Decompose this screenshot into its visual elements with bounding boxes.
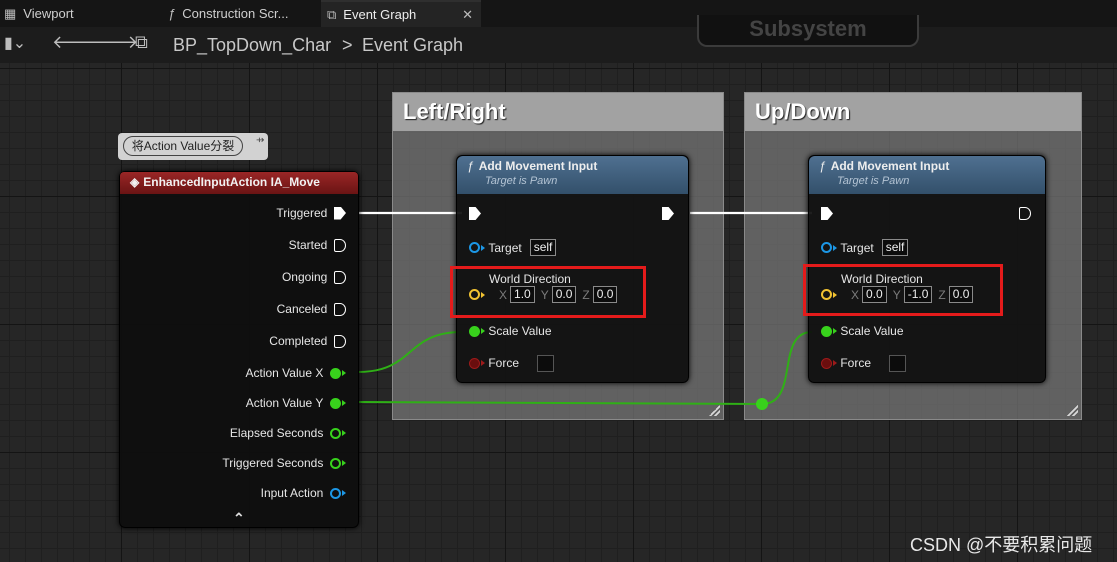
exec-out-pin[interactable]: [1019, 207, 1031, 220]
pin-canceled[interactable]: Canceled: [277, 302, 346, 316]
exec-pin-icon[interactable]: [334, 302, 346, 316]
bool-pin-icon[interactable]: [469, 357, 480, 369]
pin-force[interactable]: Force: [469, 355, 554, 372]
target-field[interactable]: self: [529, 239, 557, 256]
function-node-header: ƒ Add Movement Input Target is Pawn: [457, 156, 688, 194]
exec-pin-icon[interactable]: [469, 207, 481, 220]
event-diamond-icon: ◈: [130, 175, 140, 189]
pin-label: Completed: [269, 334, 328, 348]
pin-triggered[interactable]: Triggered: [276, 206, 346, 220]
pin-ongoing[interactable]: Ongoing: [282, 270, 346, 284]
watermark: CSDN @不要积累问题: [910, 535, 1093, 555]
force-checkbox[interactable]: [537, 355, 554, 372]
node-subtitle: Target is Pawn: [485, 175, 558, 187]
pin-input-action[interactable]: Input Action: [261, 486, 346, 500]
object-pin-icon[interactable]: [469, 242, 480, 253]
float-pin-icon[interactable]: [330, 457, 341, 469]
pin-label: Scale Value: [488, 324, 552, 338]
node-title: Add Movement Input: [478, 159, 598, 173]
reroute-knot: [756, 398, 768, 410]
pin-target[interactable]: Target self: [821, 239, 909, 256]
event-node-ia-move[interactable]: ◈ EnhancedInputAction IA_Move Triggered S…: [119, 171, 359, 528]
force-checkbox[interactable]: [889, 355, 906, 372]
pin-started[interactable]: Started: [289, 238, 346, 252]
exec-pin-icon[interactable]: [334, 206, 346, 220]
exec-pin-icon[interactable]: [1019, 207, 1031, 220]
pin-target[interactable]: Target self: [469, 239, 557, 256]
exec-pin-icon[interactable]: [662, 207, 674, 220]
pin-label: Target: [488, 240, 522, 255]
pin-force[interactable]: Force: [821, 355, 906, 372]
pin-triggered-seconds[interactable]: Triggered Seconds: [222, 456, 346, 470]
pin-label: Started: [288, 238, 328, 252]
collapse-chevron-icon[interactable]: ⌃: [233, 510, 245, 527]
highlight-box: [803, 264, 1003, 316]
node-subtitle: Target is Pawn: [837, 175, 910, 187]
exec-in-pin[interactable]: [469, 207, 481, 220]
pin-label: Canceled: [276, 302, 328, 316]
highlight-box: [450, 266, 646, 318]
float-pin-icon[interactable]: [330, 397, 341, 409]
object-pin-icon[interactable]: [330, 487, 341, 499]
event-node-header: ◈ EnhancedInputAction IA_Move: [120, 172, 358, 194]
float-pin-icon[interactable]: [469, 325, 480, 337]
pin-scale-value[interactable]: Scale Value: [821, 324, 904, 338]
float-pin-icon[interactable]: [821, 325, 832, 337]
node-title: Add Movement Input: [830, 159, 950, 173]
tooltip-text: 将Action Value分裂: [123, 136, 243, 156]
pin-icon[interactable]: ⇸: [256, 135, 264, 146]
target-field[interactable]: self: [881, 239, 909, 256]
exec-pin-icon[interactable]: [334, 334, 346, 348]
function-node-header: ƒ Add Movement Input Target is Pawn: [809, 156, 1045, 194]
float-wire: [357, 331, 463, 373]
pin-completed[interactable]: Completed: [269, 334, 346, 348]
pin-action-value-y[interactable]: Action Value Y: [246, 396, 346, 410]
pin-label: Force: [840, 356, 872, 370]
pin-label: Ongoing: [281, 270, 328, 284]
pin-label: Action Value X: [245, 366, 324, 380]
pin-label: Triggered Seconds: [222, 456, 324, 470]
float-wire: [761, 331, 813, 405]
pin-label: Target: [840, 240, 874, 255]
pin-label: Input Action: [260, 486, 324, 500]
pin-label: Scale Value: [840, 324, 904, 338]
float-pin-icon[interactable]: [330, 427, 341, 439]
pin-label: Action Value Y: [245, 396, 324, 410]
event-node-title: EnhancedInputAction IA_Move: [143, 175, 320, 189]
exec-out-pin[interactable]: [662, 207, 674, 220]
bool-pin-icon[interactable]: [821, 357, 832, 369]
exec-pin-icon[interactable]: [821, 207, 833, 220]
pin-elapsed-seconds[interactable]: Elapsed Seconds: [230, 426, 346, 440]
function-icon: ƒ: [467, 159, 474, 173]
float-pin-icon[interactable]: [330, 367, 341, 379]
exec-pin-icon[interactable]: [334, 270, 346, 284]
exec-pin-icon[interactable]: [334, 238, 346, 252]
pin-scale-value[interactable]: Scale Value: [469, 324, 552, 338]
pin-label: Elapsed Seconds: [229, 426, 324, 440]
exec-in-pin[interactable]: [821, 207, 833, 220]
float-wire: [357, 401, 763, 405]
split-pin-tooltip: 将Action Value分裂 ⇸: [118, 133, 268, 160]
pin-label: Triggered: [276, 206, 328, 220]
pin-action-value-x[interactable]: Action Value X: [245, 366, 346, 380]
pin-label: Force: [488, 356, 520, 370]
function-icon: ƒ: [819, 159, 826, 173]
object-pin-icon[interactable]: [821, 242, 832, 253]
